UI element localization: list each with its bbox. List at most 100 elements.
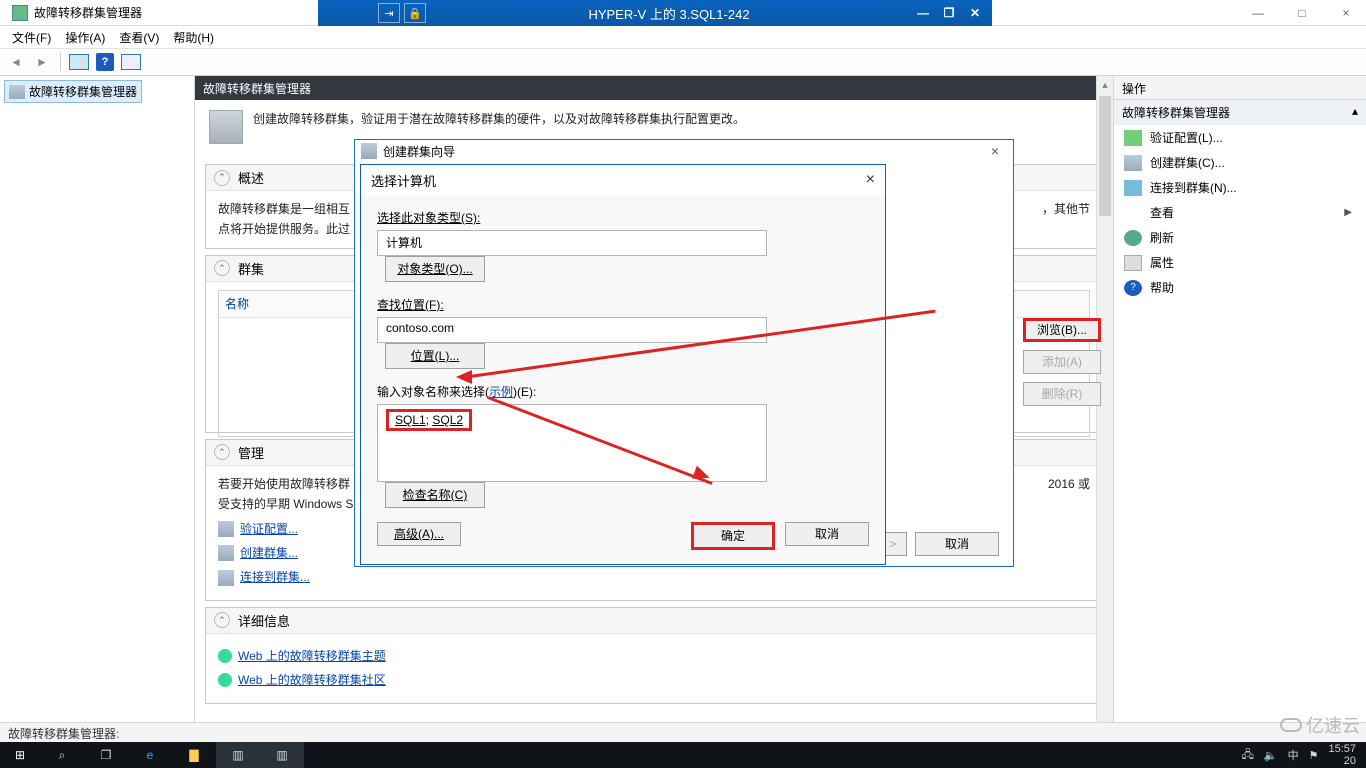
- browse-button[interactable]: 浏览(B)...: [1023, 318, 1101, 342]
- nav-back-button[interactable]: ◄: [4, 51, 28, 73]
- ok-button[interactable]: 确定: [691, 522, 775, 550]
- intro-text: 创建故障转移群集，验证用于潜在故障转移群集的硬件，以及对故障转移群集执行配置更改…: [253, 110, 745, 129]
- picker-cancel-button[interactable]: 取消: [785, 522, 869, 546]
- select-computer-dialog: 选择计算机 × 选择此对象类型(S): 计算机 对象类型(O)... 查找位置(…: [360, 164, 886, 565]
- picker-close-button[interactable]: ×: [866, 171, 875, 189]
- submenu-arrow-icon: ▶: [1344, 207, 1352, 218]
- link-validate-label: 验证配置...: [240, 519, 298, 539]
- web-icon: [218, 673, 232, 687]
- properties-icon: [1124, 255, 1142, 271]
- action-connect[interactable]: 连接到群集(N)...: [1114, 175, 1366, 200]
- link-connect-cluster[interactable]: 连接到群集...: [218, 567, 1090, 587]
- add-button[interactable]: 添加(A): [1023, 350, 1101, 374]
- tree-root-item[interactable]: 故障转移群集管理器: [4, 80, 142, 103]
- hyperv-connection-bar: ⇥ 🔒 HYPER-V 上的 3.SQL1-242 — ❐ ✕: [318, 0, 992, 26]
- scroll-up-icon[interactable]: ▲: [1097, 76, 1113, 93]
- taskbar: ⊞ ⌕ ❐ e ▇ ▥ ▥ 🖧 🔈 中 ⚑ 15:57 20: [0, 742, 1366, 768]
- system-tray[interactable]: 🖧 🔈 中 ⚑ 15:57 20: [1242, 743, 1366, 767]
- tray-ime-indicator[interactable]: 中: [1288, 747, 1299, 763]
- menu-help[interactable]: 帮助(H): [167, 27, 220, 48]
- action-validate[interactable]: 验证配置(L)...: [1114, 125, 1366, 150]
- menu-view[interactable]: 查看(V): [113, 27, 165, 48]
- collapse-icon: ⌃: [214, 444, 230, 460]
- browse-button-label: 浏览(B)...: [1037, 323, 1087, 337]
- object-type-button[interactable]: 对象类型(O)...: [385, 256, 485, 282]
- action-view-label: 查看: [1150, 204, 1174, 221]
- status-bar: 故障转移群集管理器:: [0, 722, 1366, 742]
- center-scrollbar[interactable]: ▲ ▼: [1096, 76, 1113, 736]
- advanced-button[interactable]: 高级(A)...: [377, 522, 461, 546]
- manage-line2: 受支持的早期 Windows S: [218, 494, 353, 514]
- center-header: 故障转移群集管理器: [195, 76, 1113, 100]
- location-button[interactable]: 位置(L)...: [385, 343, 485, 369]
- outer-close-button[interactable]: ×: [1332, 6, 1360, 20]
- wizard-cancel-button[interactable]: 取消: [915, 532, 999, 556]
- collapse-icon: ⌃: [214, 260, 230, 276]
- toolbar-separator: [60, 53, 61, 71]
- toolbar-help-button[interactable]: ?: [93, 51, 117, 73]
- check-names-button[interactable]: 检查名称(C): [385, 482, 485, 508]
- tray-network-icon[interactable]: 🖧: [1242, 746, 1254, 765]
- link-web-community[interactable]: Web 上的故障转移群集社区: [218, 670, 1090, 690]
- manage-title: 管理: [238, 443, 264, 462]
- wizard-icon: [361, 143, 377, 159]
- hv-close-button[interactable]: ✕: [964, 4, 986, 22]
- menu-action[interactable]: 操作(A): [59, 27, 111, 48]
- section-collapse-icon[interactable]: ▴: [1352, 104, 1358, 118]
- tray-date: 20: [1328, 755, 1356, 767]
- start-button[interactable]: ⊞: [0, 742, 40, 768]
- action-help[interactable]: ?帮助: [1114, 275, 1366, 300]
- web-icon: [218, 649, 232, 663]
- action-properties-label: 属性: [1150, 254, 1174, 271]
- action-create[interactable]: 创建群集(C)...: [1114, 150, 1366, 175]
- remove-button[interactable]: 删除(R): [1023, 382, 1101, 406]
- taskbar-ie-button[interactable]: e: [128, 742, 172, 768]
- action-help-label: 帮助: [1150, 279, 1174, 296]
- link-web-topic[interactable]: Web 上的故障转移群集主题: [218, 646, 1090, 666]
- action-connect-label: 连接到群集(N)...: [1150, 179, 1237, 196]
- location-label: 查找位置(F):: [377, 296, 869, 313]
- toolbar-pane-button[interactable]: [119, 51, 143, 73]
- action-view[interactable]: 查看 ▶: [1114, 200, 1366, 225]
- wizard-close-button[interactable]: ×: [983, 143, 1007, 159]
- manage-tail: 2016 或: [1048, 474, 1090, 515]
- cloud-icon: [1280, 718, 1302, 732]
- location-field: contoso.com: [377, 317, 767, 343]
- validate-icon: [1124, 130, 1142, 146]
- hv-lock-icon[interactable]: 🔒: [404, 3, 426, 23]
- taskbar-taskview-button[interactable]: ❐: [84, 742, 128, 768]
- taskbar-search-button[interactable]: ⌕: [40, 742, 84, 768]
- toolbar: ◄ ► ?: [0, 48, 1366, 76]
- hv-pin-icon[interactable]: ⇥: [378, 3, 400, 23]
- overview-line1: 故障转移群集是一组相互: [218, 199, 350, 219]
- connect-icon: [1124, 180, 1142, 196]
- taskbar-servermgr-button[interactable]: ▥: [216, 742, 260, 768]
- names-label: 输入对象名称来选择(示例)(E):: [377, 383, 869, 400]
- menu-file[interactable]: 文件(F): [6, 27, 57, 48]
- toolbar-showhide-tree-button[interactable]: [67, 51, 91, 73]
- hv-maximize-button[interactable]: ❐: [938, 4, 960, 22]
- outer-minimize-button[interactable]: —: [1244, 6, 1272, 20]
- wizard-titlebar[interactable]: 创建群集向导 ×: [355, 140, 1013, 162]
- tray-sound-icon[interactable]: 🔈: [1264, 749, 1278, 762]
- taskbar-explorer-button[interactable]: ▇: [172, 742, 216, 768]
- wizard-title-text: 创建群集向导: [383, 143, 455, 160]
- action-refresh[interactable]: 刷新: [1114, 225, 1366, 250]
- overview-title: 概述: [238, 168, 264, 187]
- picker-titlebar[interactable]: 选择计算机 ×: [361, 165, 885, 195]
- details-header[interactable]: ⌃ 详细信息: [206, 608, 1102, 634]
- actions-pane: 操作 故障转移群集管理器▴ 验证配置(L)... 创建群集(C)... 连接到群…: [1114, 76, 1366, 736]
- tray-flag-icon[interactable]: ⚑: [1309, 749, 1319, 762]
- name-sql1: SQL1: [395, 413, 426, 427]
- taskbar-clustermgr-button[interactable]: ▥: [260, 742, 304, 768]
- link-create-label: 创建群集...: [240, 543, 298, 563]
- names-highlight: SQL1; SQL2: [386, 409, 472, 431]
- hv-minimize-button[interactable]: —: [912, 4, 934, 22]
- action-properties[interactable]: 属性: [1114, 250, 1366, 275]
- outer-maximize-button[interactable]: □: [1288, 6, 1316, 20]
- scroll-thumb[interactable]: [1099, 96, 1111, 216]
- action-validate-label: 验证配置(L)...: [1150, 129, 1223, 146]
- cluster-large-icon: [209, 110, 243, 144]
- nav-forward-button[interactable]: ►: [30, 51, 54, 73]
- overview-line2: 点将开始提供服务。此过: [218, 219, 350, 239]
